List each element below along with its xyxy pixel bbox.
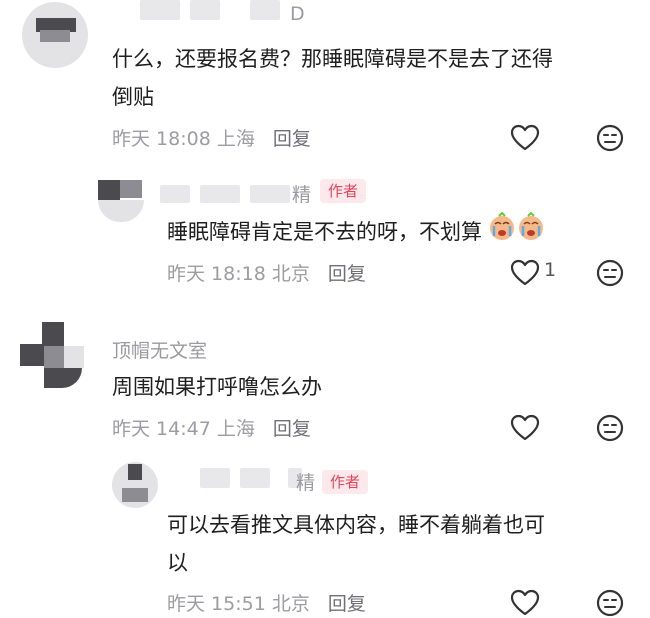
heart-icon[interactable]: [510, 413, 540, 443]
reply-text: 睡眠障碍肯定是不去的呀，不划算: [167, 211, 545, 254]
avatar[interactable]: [98, 180, 144, 226]
author-badge: 作者: [320, 179, 367, 203]
reply-button[interactable]: 回复: [328, 263, 366, 285]
reply-meta: 昨天 18:18 北京 回复: [167, 259, 366, 286]
crying-face-emoji: [489, 211, 545, 254]
comment-text: 周围如果打呼噜怎么办: [112, 375, 322, 399]
comment-meta: 昨天 18:08 上海 回复: [112, 124, 311, 151]
reply-text: 以: [167, 551, 188, 575]
comment-time: 昨天 18:08 上海: [112, 128, 255, 150]
reply-button[interactable]: 回复: [273, 418, 311, 440]
comment-text: 什么，还要报名费？那睡眠障碍是不是去了还得: [112, 47, 553, 71]
username[interactable]: 顶帽无文室: [112, 336, 207, 363]
reply-button[interactable]: 回复: [328, 593, 366, 615]
heart-icon[interactable]: [510, 258, 540, 288]
reply-button[interactable]: 回复: [273, 128, 311, 150]
comment-time: 昨天 14:47 上海: [112, 418, 255, 440]
avatar[interactable]: [20, 322, 86, 388]
heart-icon[interactable]: [510, 588, 540, 618]
author-badge: 作者: [322, 470, 369, 494]
reply-time: 昨天 18:18 北京: [167, 263, 310, 285]
comment-meta: 昨天 14:47 上海 回复: [112, 414, 311, 441]
avatar[interactable]: [112, 462, 158, 508]
reply-meta: 昨天 15:51 北京 回复: [167, 589, 366, 616]
heart-icon[interactable]: [510, 123, 540, 153]
username-blur: [140, 0, 300, 22]
reply-time: 昨天 15:51 北京: [167, 593, 310, 615]
neutral-face-icon[interactable]: [595, 413, 625, 443]
neutral-face-icon[interactable]: [595, 588, 625, 618]
avatar[interactable]: [22, 2, 88, 68]
neutral-face-icon[interactable]: [595, 258, 625, 288]
username[interactable]: D: [290, 3, 305, 25]
comment-text: 倒贴: [112, 85, 154, 109]
reply-text: 可以去看推文具体内容，睡不着躺着也可: [167, 513, 545, 537]
username[interactable]: 精: [296, 468, 315, 495]
like-count: 1: [544, 259, 557, 281]
neutral-face-icon[interactable]: [595, 123, 625, 153]
username[interactable]: 精: [292, 180, 311, 207]
